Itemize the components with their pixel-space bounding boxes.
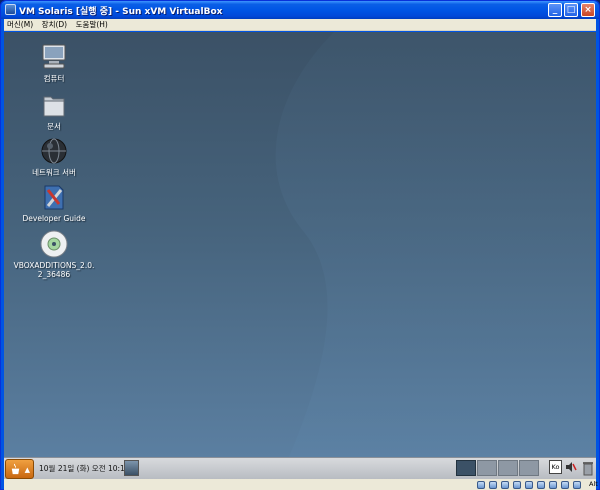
launch-menu-arrow-icon: ▲	[24, 466, 30, 474]
close-button[interactable]: ×	[581, 3, 595, 17]
host-key-label: Alt	[589, 480, 598, 488]
desktop-icon-label: 네트워크 서버	[32, 168, 76, 177]
desktop-icon-developer-guide[interactable]: Developer Guide	[9, 182, 99, 223]
menu-devices[interactable]: 장치(D)	[39, 19, 70, 31]
host-key-indicator-icon	[573, 481, 581, 489]
mouse-integration-icon[interactable]	[561, 481, 569, 489]
virtualbox-window: VM Solaris [실행 중] - Sun xVM VirtualBox _…	[0, 0, 600, 490]
desktop-icon-label: 컴퓨터	[43, 74, 65, 83]
trash-icon[interactable]	[582, 460, 594, 476]
computer-icon	[42, 44, 66, 69]
desktop-icon-network-server[interactable]: 네트워크 서버	[9, 136, 99, 177]
workspace-3[interactable]	[498, 460, 518, 476]
floppy-icon[interactable]	[501, 481, 509, 489]
panel-clock[interactable]: 10월 21일 (화) 오전 10:14	[39, 463, 130, 474]
desktop-icon-vboxadditions[interactable]: VBOXADDITIONS_2.0. 2_36486	[9, 229, 99, 279]
cd-disc-icon	[40, 230, 68, 258]
menu-machine[interactable]: 머신(M)	[4, 19, 36, 31]
desktop-icon-computer[interactable]: 컴퓨터	[9, 42, 99, 83]
desktop-icon-documents[interactable]: 문서	[9, 90, 99, 131]
display-icon[interactable]	[549, 481, 557, 489]
maximize-button[interactable]: □	[564, 3, 578, 17]
usb-icon[interactable]	[525, 481, 533, 489]
minimize-button[interactable]: _	[548, 3, 562, 17]
window-title: VM Solaris [실행 중] - Sun xVM VirtualBox	[19, 7, 223, 17]
java-cup-icon	[11, 463, 20, 475]
network-icon[interactable]	[513, 481, 521, 489]
menu-help[interactable]: 도움말(H)	[73, 19, 111, 31]
workspace-4[interactable]	[519, 460, 539, 476]
desktop-icon-label: Developer Guide	[22, 214, 86, 223]
workspace-2[interactable]	[477, 460, 497, 476]
virtualbox-app-icon[interactable]	[5, 4, 16, 15]
developer-guide-icon	[44, 185, 64, 210]
hard-disk-icon[interactable]	[477, 481, 485, 489]
cd-icon[interactable]	[489, 481, 497, 489]
menu-bar: 머신(M) 장치(D) 도움말(H)	[4, 19, 596, 31]
workspace-1[interactable]	[456, 460, 476, 476]
documents-folder-icon	[43, 96, 65, 117]
desktop-icon-label: VBOXADDITIONS_2.0. 2_36486	[13, 261, 95, 279]
launch-menu-button[interactable]: ▲	[5, 459, 34, 479]
virtualbox-status-bar: Alt	[4, 479, 598, 490]
guest-desktop[interactable]: 컴퓨터 문서 네트워크 서버 Developer Guide VBOXADDIT…	[4, 32, 596, 457]
volume-muted-icon[interactable]	[565, 461, 577, 473]
network-globe-icon	[41, 138, 67, 164]
gnome-bottom-panel: ▲ 10월 21일 (화) 오전 10:14 Ko	[4, 457, 596, 479]
title-bar[interactable]: VM Solaris [실행 중] - Sun xVM VirtualBox _…	[1, 1, 599, 19]
keyboard-layout-indicator[interactable]: Ko	[549, 460, 562, 474]
show-desktop-button[interactable]	[124, 460, 139, 476]
shared-folder-icon[interactable]	[537, 481, 545, 489]
desktop-icon-label: 문서	[47, 122, 61, 131]
